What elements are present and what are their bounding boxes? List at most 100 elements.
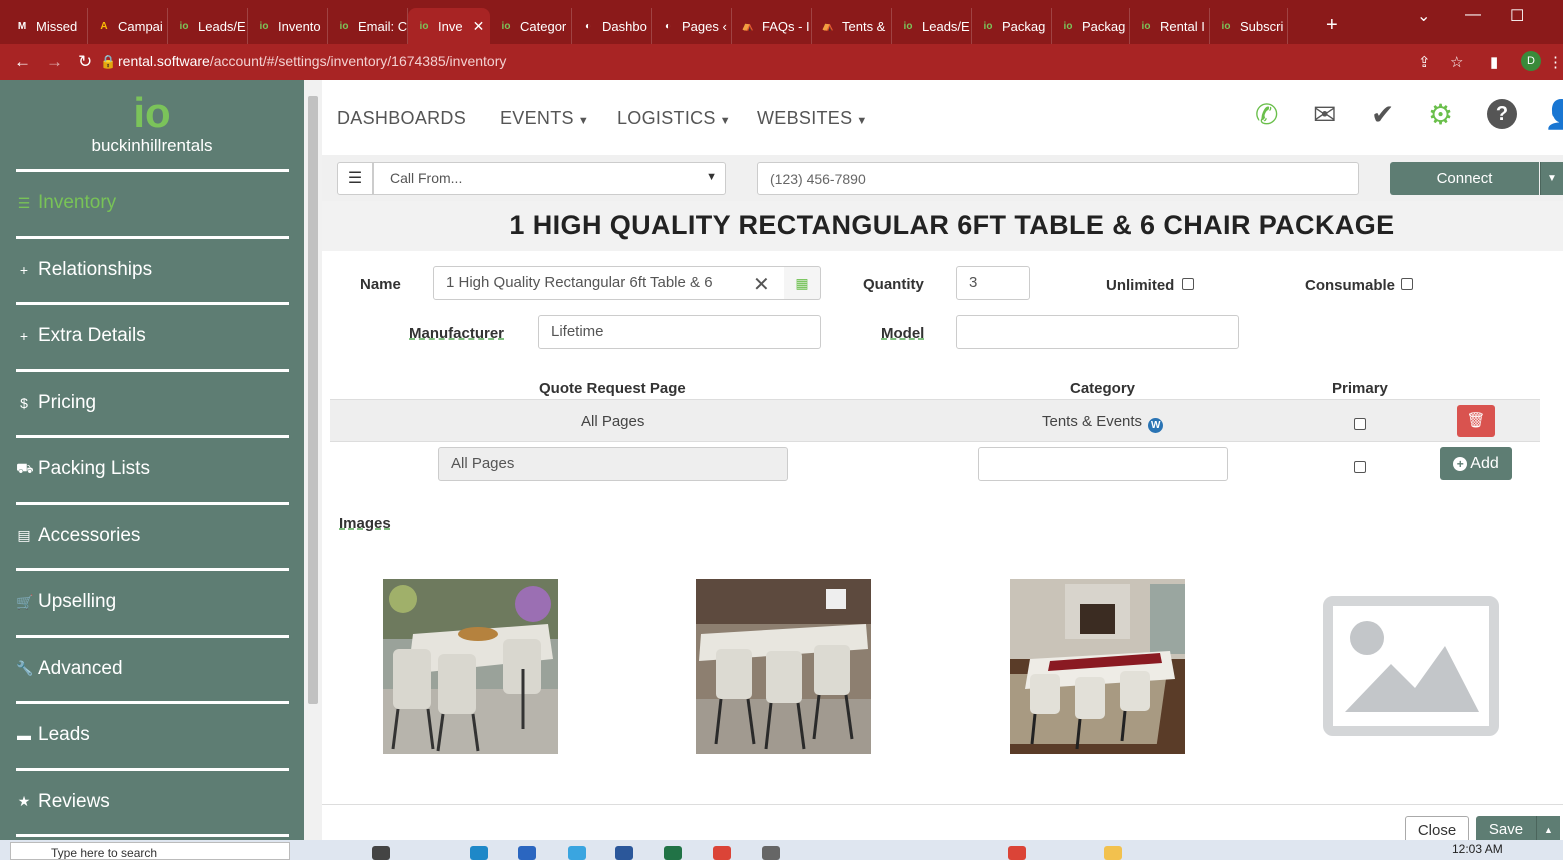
model-input[interactable]	[956, 315, 1239, 349]
browser-tab[interactable]: A Campai	[88, 8, 168, 44]
user-icon[interactable]: 👤	[1544, 98, 1563, 131]
tab-label: Pages ‹	[682, 18, 727, 34]
sidebar-item-inventory[interactable]: ☰ Inventory	[16, 188, 116, 218]
back-icon[interactable]: ←	[14, 52, 31, 72]
profile-avatar[interactable]: D	[1521, 51, 1541, 71]
sidebar-item-reviews[interactable]: ★ Reviews	[16, 787, 110, 817]
star-icon: ★	[17, 793, 31, 809]
quantity-input[interactable]: 3	[956, 266, 1030, 300]
nav-logistics[interactable]: LOGISTICS ▼	[617, 108, 731, 129]
sidebar-item-leads[interactable]: ▬ Leads	[16, 720, 90, 750]
delete-row-button[interactable]: 🗑	[1457, 405, 1495, 437]
nav-events[interactable]: EVENTS ▼	[500, 108, 589, 129]
sidebar-item-packing-lists[interactable]: ⛟ Packing Lists	[16, 454, 150, 484]
sidebar-item-label: Accessories	[38, 524, 141, 546]
browser-tab[interactable]: io Invento	[248, 8, 328, 44]
gear-icon[interactable]: ⚙	[1428, 98, 1453, 131]
browser-tab[interactable]: io Inve ✕	[408, 8, 490, 44]
phone-icon[interactable]: ✆	[1255, 98, 1278, 131]
name-input[interactable]: 1 High Quality Rectangular 6ft Table & 6	[433, 266, 785, 300]
sidebar-item-relationships[interactable]: + Relationships	[16, 255, 152, 285]
tab-label: Tents &	[842, 18, 886, 34]
nav-dashboards[interactable]: DASHBOARDS	[337, 108, 466, 129]
sidebar-item-pricing[interactable]: $ Pricing	[16, 388, 96, 418]
sidebar-scrollbar-thumb[interactable]	[308, 96, 318, 704]
ie-icon[interactable]	[568, 846, 586, 860]
browser-tab[interactable]: M Missed	[6, 8, 88, 44]
browser-tab[interactable]: ⛺ Tents &	[812, 8, 892, 44]
new-primary-checkbox[interactable]	[1354, 461, 1366, 473]
maximize-icon[interactable]: ☐	[1510, 6, 1524, 26]
bookmark-star-icon[interactable]: ☆	[1450, 53, 1463, 71]
url-text[interactable]: rental.software/account/#/settings/inven…	[118, 53, 506, 69]
forward-icon[interactable]: →	[46, 52, 63, 72]
excel-icon[interactable]	[664, 846, 682, 860]
edge-icon[interactable]	[470, 846, 488, 860]
hamburger-menu-icon[interactable]: ☰	[337, 162, 373, 195]
help-icon[interactable]: ?	[1487, 99, 1517, 129]
chrome-active-icon[interactable]	[1008, 846, 1026, 860]
product-image-3[interactable]	[1010, 579, 1185, 754]
row-primary-checkbox[interactable]	[1354, 418, 1366, 430]
minimize-icon[interactable]: —	[1465, 6, 1481, 24]
trash-icon: 🗑	[1466, 412, 1486, 429]
chrome-icon[interactable]	[713, 846, 731, 860]
sidebar-item-advanced[interactable]: 🔧 Advanced	[16, 654, 123, 684]
product-image-2[interactable]	[696, 579, 871, 754]
phone-number-input[interactable]: (123) 456-7890	[757, 162, 1359, 195]
calculator-icon[interactable]	[762, 846, 780, 860]
new-tab-button[interactable]: +	[1326, 14, 1338, 37]
connect-dropdown-toggle[interactable]: ▼	[1540, 162, 1563, 195]
sidebar-divider	[16, 302, 289, 305]
reload-icon[interactable]: ↻	[78, 52, 92, 72]
add-row-button[interactable]: + Add	[1440, 447, 1512, 480]
consumable-checkbox[interactable]	[1401, 278, 1413, 290]
clear-icon[interactable]: ✕	[753, 272, 770, 297]
word-icon[interactable]	[615, 846, 633, 860]
new-page-select[interactable]: All Pages	[438, 447, 788, 481]
call-from-select[interactable]: Call From... ▼	[373, 162, 726, 195]
browser-tab[interactable]: io Leads/E	[892, 8, 972, 44]
grid-icon[interactable]: ▦	[784, 266, 821, 300]
unlimited-checkbox[interactable]	[1182, 278, 1194, 290]
tab-close-icon[interactable]: ✕	[473, 18, 485, 35]
taskbar-search-input[interactable]: Type here to search	[10, 842, 290, 860]
connect-button[interactable]: Connect	[1390, 162, 1539, 195]
caret-down-icon: ▼	[856, 115, 868, 127]
browser-tab[interactable]: io Leads/E	[168, 8, 248, 44]
taskbar-clock[interactable]: 12:03 AM	[1452, 842, 1503, 856]
sidebar-item-label: Relationships	[38, 258, 153, 280]
add-image-placeholder[interactable]	[1323, 596, 1499, 736]
tab-search-icon[interactable]: ⌄	[1417, 6, 1430, 26]
check-icon[interactable]: ✔	[1371, 98, 1394, 131]
browser-tab[interactable]: io Rental I	[1130, 8, 1210, 44]
sidebar-item-upselling[interactable]: 🛒 Upselling	[16, 587, 116, 617]
brand-logo[interactable]: io buckinhillrentals	[0, 92, 304, 156]
file-explorer-icon[interactable]	[1104, 846, 1122, 860]
mail-icon[interactable]: ✉	[1313, 98, 1336, 131]
sidebar-item-extra-details[interactable]: + Extra Details	[16, 321, 146, 351]
browser-tab[interactable]: io Email: C	[328, 8, 408, 44]
side-panel-icon[interactable]: ▮	[1490, 53, 1498, 71]
browser-tab[interactable]: ◐ Dashbo	[572, 8, 652, 44]
browser-tab[interactable]: io Packag	[1052, 8, 1130, 44]
task-view-icon[interactable]	[372, 846, 390, 860]
share-icon[interactable]: ⇪	[1418, 53, 1431, 71]
tab-favicon-icon: ⛺	[821, 20, 835, 32]
browser-tab[interactable]: ◐ Pages ‹	[652, 8, 732, 44]
browser-menu-icon[interactable]: ⋮	[1548, 53, 1563, 71]
sidebar-divider	[16, 502, 289, 505]
mail-app-icon[interactable]	[518, 846, 536, 860]
manufacturer-input[interactable]: Lifetime	[538, 315, 821, 349]
product-image-1[interactable]	[383, 579, 558, 754]
sidebar-item-accessories[interactable]: ▤ Accessories	[16, 521, 140, 551]
new-category-input[interactable]	[978, 447, 1228, 481]
browser-tab[interactable]: io Categor	[490, 8, 572, 44]
browser-tab[interactable]: ⛺ FAQs - I	[732, 8, 812, 44]
tab-favicon-icon: io	[419, 20, 429, 32]
sidebar-item-label: Upselling	[38, 591, 117, 612]
tab-label: Campai	[118, 18, 163, 34]
browser-tab[interactable]: io Subscri	[1210, 8, 1288, 44]
browser-tab[interactable]: io Packag	[972, 8, 1052, 44]
nav-websites[interactable]: WEBSITES ▼	[757, 108, 868, 129]
